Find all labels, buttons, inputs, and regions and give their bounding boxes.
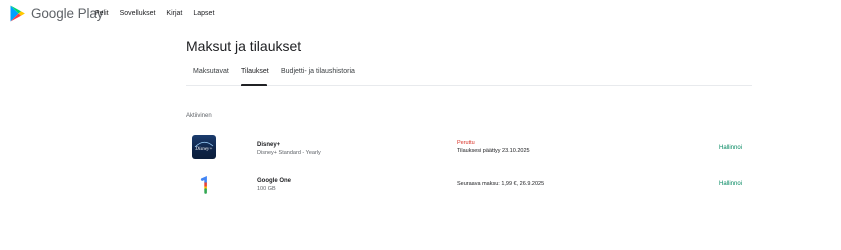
tab-tilaukset[interactable]: Tilaukset [241, 67, 269, 76]
nav-item-sovellukset[interactable]: Sovellukset [120, 9, 156, 18]
top-header: Google Play Pelit Sovellukset Kirjat Lap… [0, 0, 841, 26]
active-tab-indicator [241, 84, 267, 86]
disney-logo-text: Disney+ [194, 147, 212, 152]
nav-item-lapset[interactable]: Lapset [193, 9, 214, 18]
google-one-icon [192, 173, 216, 197]
disney-logo-graphic: Disney+ [194, 141, 214, 152]
subscription-row-disney: Disney+ Disney+ Disney+ Standard - Yearl… [186, 130, 752, 164]
subscription-name: Google One [257, 178, 292, 184]
tab-bar: Maksutavat Tilaukset Budjetti- ja tilaus… [186, 61, 752, 86]
top-nav: Pelit Sovellukset Kirjat Lapset [95, 9, 225, 18]
tab-maksutavat[interactable]: Maksutavat [193, 67, 229, 76]
page-title: Maksut ja tilaukset [186, 38, 302, 54]
tab-budjetti-historia[interactable]: Budjetti- ja tilaushistoria [281, 67, 355, 76]
manage-button[interactable]: Hallinnoi [719, 144, 742, 152]
manage-button[interactable]: Hallinnoi [719, 180, 742, 188]
subscription-plan: Disney+ Standard - Yearly [257, 150, 321, 156]
section-label-active: Aktiivinen [186, 113, 212, 119]
status-badge: Peruttu [457, 140, 475, 146]
nav-item-pelit[interactable]: Pelit [95, 9, 109, 18]
subscription-detail: Seuraava maksu: 1,99 €, 26.9.2025 [457, 181, 545, 187]
google-play-icon [10, 5, 25, 22]
disney-plus-icon: Disney+ [192, 135, 216, 159]
nav-item-kirjat[interactable]: Kirjat [166, 9, 182, 18]
google-play-logo[interactable]: Google Play [10, 5, 104, 22]
subscription-name: Disney+ [257, 142, 281, 148]
subscription-plan: 100 GB [257, 186, 276, 192]
subscription-detail: Tilauksesi päättyy 23.10.2025 [457, 148, 530, 154]
subscription-row-google-one: Google One 100 GB Seuraava maksu: 1,99 €… [186, 168, 752, 202]
logo-text: Google Play [31, 6, 104, 21]
